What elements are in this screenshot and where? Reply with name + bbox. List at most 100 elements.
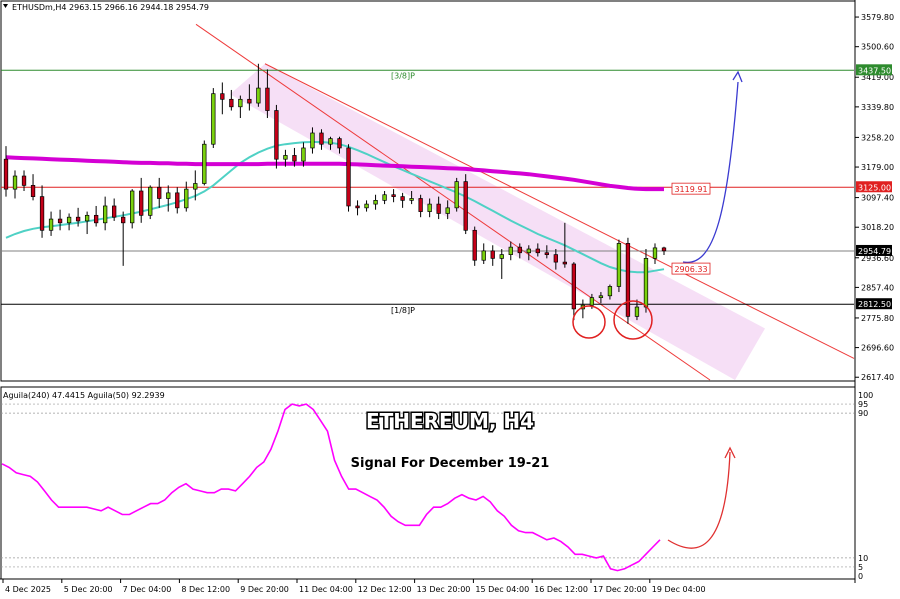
time-axis: 4 Dec 2025 5 Dec 20:00 7 Dec 04:00 8 Dec 12…	[2, 579, 706, 594]
candle-body	[229, 98, 234, 108]
candle-body	[490, 250, 495, 259]
candle-body	[66, 216, 72, 224]
candle-body	[526, 248, 531, 254]
candle-body	[535, 248, 540, 254]
indicator-tick-label: 90	[858, 409, 868, 418]
time-tick-label: 5 Dec 20:00	[64, 585, 113, 594]
time-tick-label: 17 Dec 20:00	[593, 585, 647, 594]
level-label: [1/8]P	[391, 306, 415, 315]
level-price-tag-label: 2812.50	[858, 300, 891, 309]
time-tick-label: 7 Dec 04:00	[123, 585, 172, 594]
candle-body	[211, 93, 216, 145]
indicator-tick-label: 95	[858, 400, 868, 409]
candle-body	[283, 155, 288, 160]
candle-body	[39, 196, 45, 231]
candle-body	[265, 87, 270, 111]
price-tick-label: 2617.40	[861, 373, 894, 382]
candle-body	[589, 297, 595, 306]
candle-body	[337, 138, 342, 149]
candle-body	[238, 98, 243, 108]
candle-body	[562, 261, 567, 265]
candle-body	[328, 138, 333, 145]
candle-body	[21, 175, 27, 186]
candle-body	[319, 132, 324, 145]
price-tick-label: 3579.80	[861, 13, 894, 22]
candle-body	[508, 246, 513, 255]
chart-canvas: [3/8]P [1/8]P 3119.91 2906.33 3579.80 3500.…	[0, 0, 894, 594]
candle-body	[247, 98, 252, 104]
price-tick-label: 3339.80	[861, 103, 894, 112]
candle-body	[274, 110, 279, 160]
candle-body	[12, 175, 18, 190]
candle-body	[112, 205, 117, 218]
candle-body	[634, 306, 640, 317]
candle-body	[301, 147, 306, 162]
candle-body	[3, 158, 9, 190]
price-tick-label: 3258.20	[861, 133, 894, 142]
candle-body	[166, 192, 171, 199]
candle-body	[517, 246, 522, 254]
candle-body	[355, 205, 360, 209]
candle-body	[391, 194, 396, 197]
candle-body	[598, 295, 604, 299]
level-price-tag-label: 3437.50	[858, 66, 891, 75]
time-tick-label: 8 Dec 12:00	[181, 585, 230, 594]
candle-body	[544, 252, 549, 255]
candle-body	[382, 194, 387, 201]
chart-title: ETHEREUM, H4	[366, 409, 534, 433]
candle-body	[553, 254, 558, 263]
candle-body	[661, 247, 667, 252]
price-tick-label: 2696.60	[861, 344, 894, 353]
price-tick-label: 2857.40	[861, 283, 894, 292]
level-label: [3/8]P	[391, 71, 415, 80]
candle-body	[454, 181, 459, 209]
candle-body	[256, 87, 261, 104]
price-tick-label: 3018.20	[861, 223, 894, 232]
time-tick-label: 11 Dec 04:00	[299, 585, 353, 594]
symbol-header: ETHUSDm,H4 2963.15 2966.16 2944.18 2954.…	[12, 3, 209, 12]
candle-body	[445, 207, 450, 214]
indicator-tick-label: 0	[858, 572, 863, 581]
candle-body	[103, 205, 108, 224]
indicator-tick-label: 5	[858, 563, 863, 572]
time-tick-label: 19 Dec 04:00	[652, 585, 706, 594]
candle-body	[121, 216, 126, 224]
candle-body	[148, 186, 153, 216]
chart-window: [3/8]P [1/8]P 3119.91 2906.33 3579.80 3500.…	[0, 0, 900, 599]
candle-body	[48, 218, 54, 231]
candle-body	[157, 186, 162, 199]
candle-body	[175, 192, 180, 209]
candle-body	[93, 214, 99, 224]
time-tick-label: 15 Dec 04:00	[475, 585, 529, 594]
candle-body	[220, 93, 225, 100]
level-price-tag-label: 2954.79	[858, 247, 891, 256]
candle-body	[364, 203, 369, 209]
indicator-axis: 1009590 1050	[858, 391, 873, 581]
candle-body	[418, 198, 423, 212]
candle-body	[499, 254, 504, 259]
candle-body	[193, 183, 198, 190]
price-axis: 3579.803500.603419.003339.803258.203179.…	[855, 13, 894, 382]
candle-body	[643, 258, 649, 308]
indicator-header: Aguila(240) 47.4415 Aguila(50) 92.2939	[3, 391, 165, 400]
candle-body	[346, 147, 351, 207]
candle-body	[652, 247, 658, 259]
candle-body	[310, 132, 315, 149]
candle-body	[463, 181, 468, 231]
candle-body	[139, 190, 144, 216]
candle-body	[373, 200, 378, 205]
time-tick-label: 13 Dec 20:00	[417, 585, 471, 594]
price-tag-label: 2906.33	[674, 265, 707, 274]
candle-body	[625, 243, 631, 317]
candle-body	[427, 203, 432, 212]
indicator-tick-label: 10	[858, 554, 868, 563]
candle-body	[400, 196, 405, 201]
time-tick-label: 12 Dec 12:00	[358, 585, 412, 594]
candle-body	[571, 263, 577, 310]
candle-body	[436, 203, 441, 214]
candle-body	[616, 243, 622, 287]
price-tick-label: 3500.60	[861, 43, 894, 52]
candle-body	[84, 214, 90, 222]
level-price-tag-label: 3125.00	[858, 183, 891, 192]
candle-body	[202, 143, 207, 184]
